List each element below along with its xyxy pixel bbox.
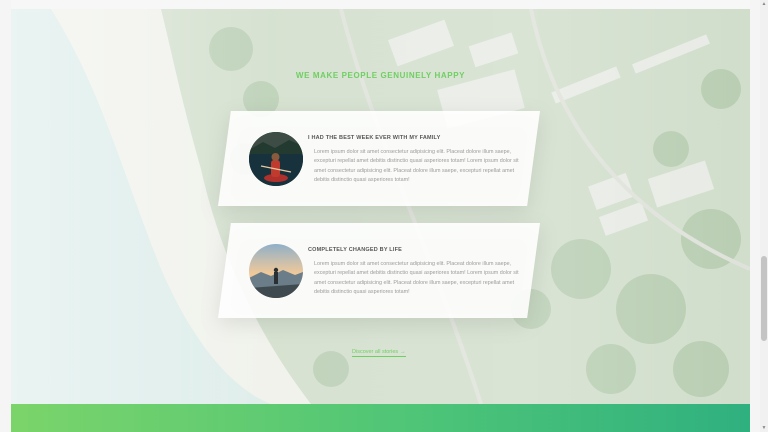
- background-overlay: [11, 9, 750, 404]
- story-image-kayak: [249, 132, 303, 186]
- arrow-right-icon: →: [400, 349, 406, 355]
- top-strip: [11, 0, 750, 9]
- story-text: Lorem ipsum dolor sit amet consectetur a…: [314, 261, 519, 296]
- scroll-down-icon[interactable]: ▼: [760, 424, 768, 432]
- page-scrollbar[interactable]: ▲ ▼: [760, 0, 768, 432]
- page: WE MAKE PEOPLE GENUINELY HAPPY I HAD THE…: [11, 0, 750, 432]
- story-card: I HAD THE BEST WEEK EVER WITH MY FAMILY …: [218, 111, 540, 206]
- story-title: I HAD THE BEST WEEK EVER WITH MY FAMILY: [308, 135, 441, 141]
- scrollbar-thumb[interactable]: [761, 256, 767, 341]
- stories-section: WE MAKE PEOPLE GENUINELY HAPPY I HAD THE…: [11, 9, 750, 404]
- story-image-mountain: [249, 244, 303, 298]
- discover-all-stories-link[interactable]: Discover all stories →: [352, 349, 406, 357]
- story-text: Lorem ipsum dolor sit amet consectetur a…: [314, 149, 519, 184]
- scroll-up-icon[interactable]: ▲: [760, 0, 768, 8]
- footer-band: [11, 404, 750, 432]
- section-title: WE MAKE PEOPLE GENUINELY HAPPY: [295, 71, 466, 80]
- discover-label: Discover all stories: [352, 349, 399, 355]
- story-title: COMPLETELY CHANGED BY LIFE: [308, 247, 403, 253]
- story-card: COMPLETELY CHANGED BY LIFE Lorem ipsum d…: [218, 223, 540, 318]
